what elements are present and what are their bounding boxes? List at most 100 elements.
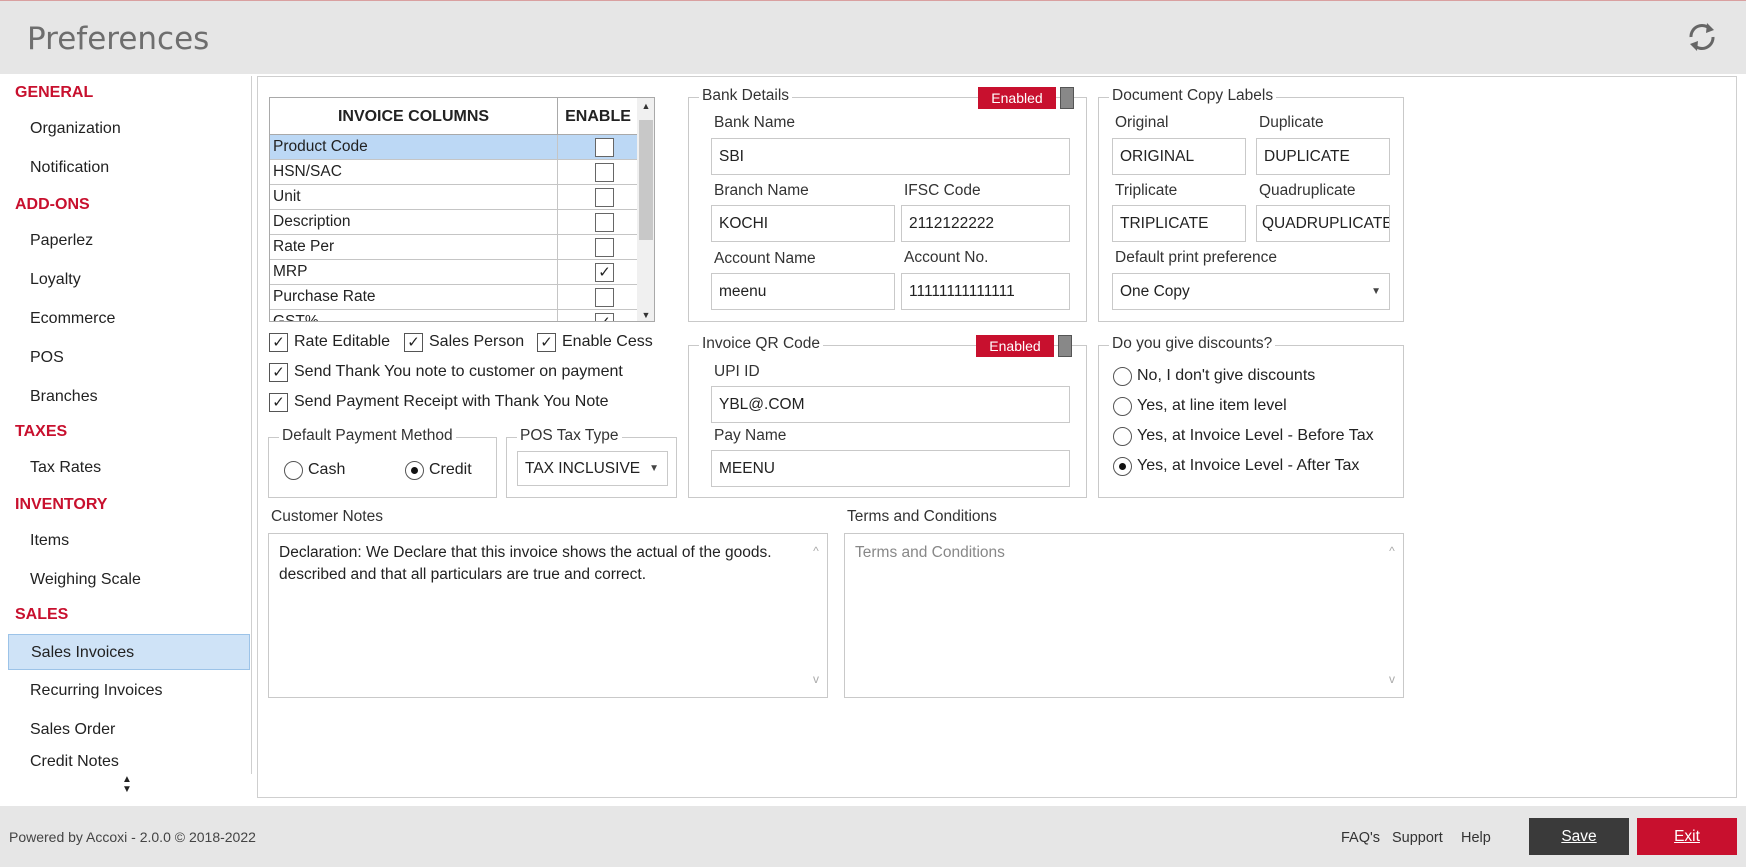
upi-id-field[interactable]: YBL@.COM bbox=[711, 386, 1070, 423]
sidebar-item-recurring-invoices[interactable]: Recurring Invoices bbox=[0, 673, 250, 709]
customer-notes-textarea[interactable]: Declaration: We Declare that this invoic… bbox=[268, 533, 828, 698]
original-field[interactable]: ORIGINAL bbox=[1112, 138, 1246, 175]
discount-option-line-item[interactable]: Yes, at line item level bbox=[1113, 395, 1287, 417]
scroll-up-icon[interactable]: ▲ bbox=[637, 98, 654, 114]
checkbox-box[interactable]: ✓ bbox=[269, 333, 288, 352]
sidebar-item-items[interactable]: Items bbox=[0, 523, 250, 559]
pos-tax-type-select[interactable]: TAX INCLUSIVE ▼ bbox=[517, 451, 668, 486]
quadruplicate-field[interactable]: QUADRUPLICATE bbox=[1256, 205, 1390, 242]
sidebar-item-notification[interactable]: Notification bbox=[0, 150, 250, 186]
account-no-field[interactable]: 11111111111111 bbox=[901, 273, 1070, 310]
sidebar-item-pos[interactable]: POS bbox=[0, 340, 250, 376]
discounts-legend: Do you give discounts? bbox=[1109, 335, 1276, 353]
enable-checkbox[interactable] bbox=[595, 213, 614, 232]
scroll-down-icon[interactable]: v bbox=[809, 668, 823, 690]
sidebar-item-sales-invoices[interactable]: Sales Invoices bbox=[8, 634, 250, 670]
scroll-thumb[interactable] bbox=[639, 120, 653, 240]
textarea-scrollbar[interactable]: ^ v bbox=[1385, 540, 1399, 690]
table-row[interactable]: Rate Per bbox=[270, 235, 637, 260]
table-row[interactable]: MRP ✓ bbox=[270, 260, 637, 285]
ifsc-code-field[interactable]: 2112122222 bbox=[901, 205, 1070, 242]
scroll-up-icon[interactable]: ^ bbox=[1385, 540, 1399, 562]
sidebar-item-loyalty[interactable]: Loyalty bbox=[0, 262, 250, 298]
sidebar-item-tax-rates[interactable]: Tax Rates bbox=[0, 450, 250, 486]
original-label: Original bbox=[1115, 114, 1169, 131]
sidebar-item-sales-order[interactable]: Sales Order bbox=[0, 712, 250, 748]
radio-dot[interactable] bbox=[1113, 397, 1132, 416]
account-no-label: Account No. bbox=[904, 249, 989, 266]
table-row[interactable]: Unit bbox=[270, 185, 637, 210]
table-row[interactable]: Product Code bbox=[270, 135, 637, 160]
save-button[interactable]: Save bbox=[1529, 818, 1629, 855]
support-link[interactable]: Support bbox=[1392, 830, 1443, 846]
discount-option-after-tax[interactable]: Yes, at Invoice Level - After Tax bbox=[1113, 455, 1359, 477]
discount-option-none[interactable]: No, I don't give discounts bbox=[1113, 365, 1315, 387]
table-row[interactable]: Purchase Rate bbox=[270, 285, 637, 310]
faq-link[interactable]: FAQ's bbox=[1341, 830, 1380, 846]
sidebar-group-sales: SALES bbox=[15, 606, 69, 623]
checkbox-box[interactable]: ✓ bbox=[537, 333, 556, 352]
account-name-field[interactable]: meenu bbox=[711, 273, 895, 310]
table-row[interactable]: Description bbox=[270, 210, 637, 235]
radio-dot[interactable] bbox=[1113, 367, 1132, 386]
radio-dot[interactable] bbox=[405, 461, 424, 480]
terms-textarea[interactable]: Terms and Conditions ^ v bbox=[844, 533, 1404, 698]
bank-enabled-toggle[interactable] bbox=[1060, 87, 1074, 109]
help-link[interactable]: Help bbox=[1461, 830, 1491, 846]
pay-name-field[interactable]: MEENU bbox=[711, 450, 1070, 487]
thank-you-note-checkbox[interactable]: ✓ Send Thank You note to customer on paym… bbox=[269, 361, 623, 383]
duplicate-field[interactable]: DUPLICATE bbox=[1256, 138, 1390, 175]
enable-checkbox[interactable] bbox=[595, 138, 614, 157]
sidebar-item-organization[interactable]: Organization bbox=[0, 111, 250, 147]
branch-name-field[interactable]: KOCHI bbox=[711, 205, 895, 242]
enable-checkbox[interactable]: ✓ bbox=[595, 313, 614, 321]
payment-credit-radio[interactable]: Credit bbox=[405, 459, 472, 481]
enable-checkbox[interactable] bbox=[595, 188, 614, 207]
invoice-qr-legend: Invoice QR Code bbox=[699, 335, 824, 353]
payment-receipt-checkbox[interactable]: ✓ Send Payment Receipt with Thank You Not… bbox=[269, 391, 609, 413]
enable-cess-checkbox[interactable]: ✓ Enable Cess bbox=[537, 331, 653, 353]
copy-labels-legend: Document Copy Labels bbox=[1109, 87, 1277, 105]
refresh-icon[interactable] bbox=[1683, 17, 1721, 57]
scroll-down-icon[interactable]: v bbox=[1385, 668, 1399, 690]
sidebar-group-general: GENERAL bbox=[15, 84, 94, 101]
enable-checkbox[interactable] bbox=[595, 163, 614, 182]
sidebar-item-paperlez[interactable]: Paperlez bbox=[0, 223, 250, 259]
radio-dot[interactable] bbox=[284, 461, 303, 480]
column-header-invoice-columns: INVOICE COLUMNS bbox=[270, 98, 558, 135]
bank-details-group: Bank Details Enabled Bank Name SBI Branc… bbox=[688, 87, 1087, 322]
table-row[interactable]: GST% ✓ bbox=[270, 310, 637, 321]
sidebar-item-branches[interactable]: Branches bbox=[0, 379, 250, 415]
scroll-down-icon[interactable]: ▼ bbox=[637, 307, 654, 321]
table-scrollbar[interactable]: ▲ ▼ bbox=[637, 98, 654, 321]
sidebar-scroll-arrows[interactable]: ▲ ▼ bbox=[119, 775, 135, 801]
bank-name-field[interactable]: SBI bbox=[711, 138, 1070, 175]
checkbox-box[interactable]: ✓ bbox=[269, 363, 288, 382]
duplicate-label: Duplicate bbox=[1259, 114, 1324, 131]
checkbox-box[interactable]: ✓ bbox=[269, 393, 288, 412]
sidebar-item-weighing-scale[interactable]: Weighing Scale bbox=[0, 562, 250, 598]
exit-button[interactable]: Exit bbox=[1637, 818, 1737, 855]
rate-editable-checkbox[interactable]: ✓ Rate Editable bbox=[269, 331, 390, 353]
sales-person-checkbox[interactable]: ✓ Sales Person bbox=[404, 331, 524, 353]
discount-option-before-tax[interactable]: Yes, at Invoice Level - Before Tax bbox=[1113, 425, 1374, 447]
enable-checkbox[interactable]: ✓ bbox=[595, 263, 614, 282]
sidebar-item-ecommerce[interactable]: Ecommerce bbox=[0, 301, 250, 337]
scroll-up-icon[interactable]: ^ bbox=[809, 540, 823, 562]
terms-label: Terms and Conditions bbox=[847, 508, 997, 525]
enable-checkbox[interactable] bbox=[595, 288, 614, 307]
enable-checkbox[interactable] bbox=[595, 238, 614, 257]
chevron-down-icon: ▼ bbox=[649, 463, 659, 474]
radio-dot[interactable] bbox=[1113, 427, 1132, 446]
triplicate-field[interactable]: TRIPLICATE bbox=[1112, 205, 1246, 242]
print-preference-select[interactable]: One Copy ▼ bbox=[1112, 273, 1390, 310]
column-name-cell: HSN/SAC bbox=[270, 160, 558, 185]
qr-enabled-toggle[interactable] bbox=[1058, 335, 1072, 357]
table-row[interactable]: HSN/SAC bbox=[270, 160, 637, 185]
payment-cash-radio[interactable]: Cash bbox=[284, 459, 345, 481]
upi-id-label: UPI ID bbox=[714, 363, 760, 380]
checkbox-box[interactable]: ✓ bbox=[404, 333, 423, 352]
radio-dot[interactable] bbox=[1113, 457, 1132, 476]
sidebar-item-credit-notes[interactable]: Credit Notes bbox=[0, 751, 250, 773]
textarea-scrollbar[interactable]: ^ v bbox=[809, 540, 823, 690]
